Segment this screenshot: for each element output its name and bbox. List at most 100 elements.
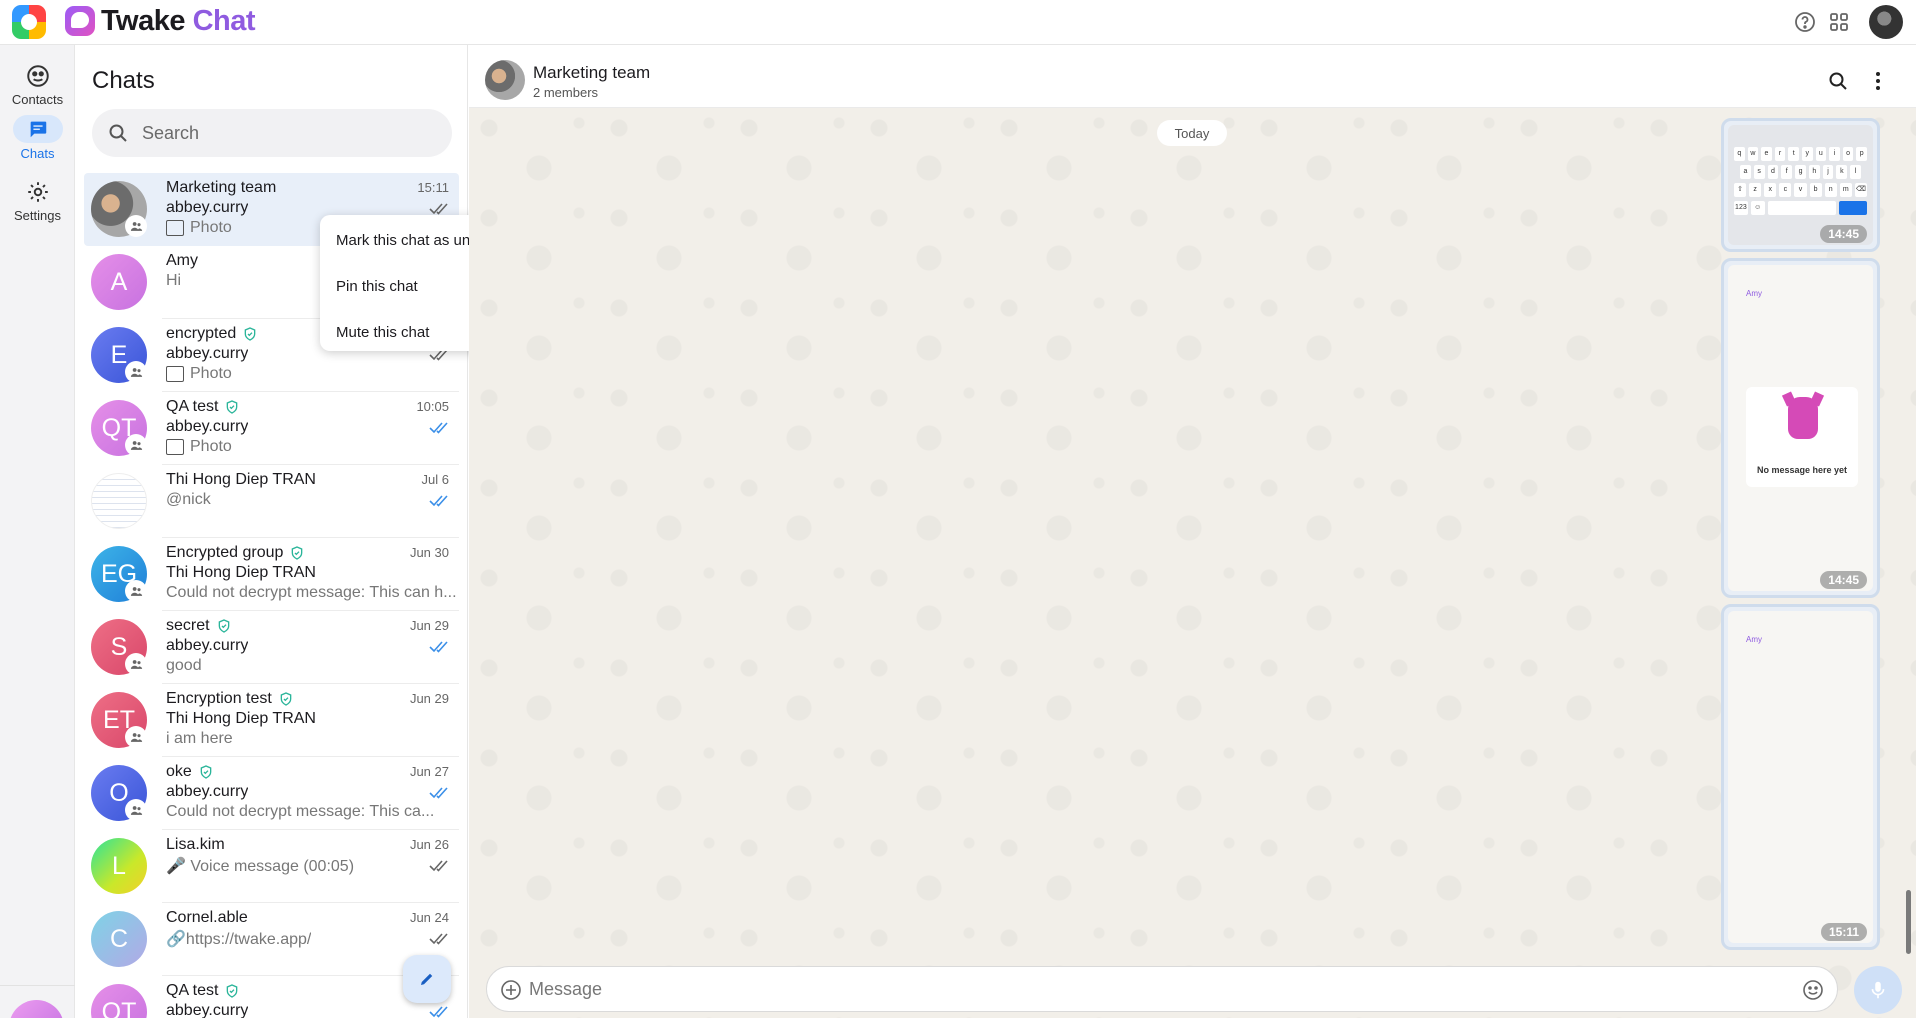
contacts-icon [26, 65, 49, 87]
chat-sender: Thi Hong Diep TRAN [166, 710, 316, 727]
double-check-icon [429, 933, 448, 945]
chat-list-item[interactable]: L Lisa.kim Jun 26 🎤 Voice message (00:05… [84, 830, 459, 903]
verified-shield-icon [280, 692, 292, 706]
group-icon [130, 367, 142, 377]
chat-list-item[interactable]: QT QA test 10:05 abbey.curry Photo [84, 392, 459, 465]
active-indicator [12, 115, 63, 143]
apps-grid-icon[interactable] [1827, 10, 1851, 34]
double-check-icon [429, 495, 448, 507]
menu-item-label: Mute this chat [336, 323, 430, 341]
group-badge [125, 580, 147, 602]
double-check-icon [429, 860, 448, 872]
help-icon[interactable] [1793, 10, 1817, 34]
rail-item-chats[interactable]: Chats [0, 115, 75, 171]
inner-contact-name: Amy [1746, 635, 1762, 644]
chat-avatar: QT [91, 984, 147, 1018]
group-icon [130, 805, 142, 815]
chat-preview: i am here [166, 730, 233, 747]
rail-item-settings[interactable]: Settings [0, 179, 75, 235]
chat-time: Jul 6 [421, 472, 449, 487]
message-composer [486, 966, 1838, 1012]
gear-icon [27, 182, 48, 202]
chat-list-item[interactable]: S secret Jun 29 abbey.curry good [84, 611, 459, 684]
keyboard-row: ⇧ z x c v b n m ⌫ [1734, 183, 1867, 197]
chat-list-item[interactable]: O oke Jun 27 abbey.curry Could not decry… [84, 757, 459, 830]
chat-list-item[interactable]: EG Encrypted group Jun 30 Thi Hong Diep … [84, 538, 459, 611]
search-input[interactable] [142, 109, 432, 157]
group-badge [125, 434, 147, 456]
group-badge [125, 726, 147, 748]
chat-preview: 🎤 Voice message (00:05) [166, 858, 355, 875]
chat-preview: Hi [166, 272, 182, 289]
chat-name: secret [166, 617, 232, 635]
image-message[interactable]: Amy 15:11 [1721, 604, 1880, 950]
verified-shield-icon [244, 327, 256, 341]
brand-part-2: Chat [192, 5, 256, 37]
image-message[interactable]: Amy No message here yet 14:45 [1721, 258, 1880, 598]
chat-sender: abbey.curry [166, 418, 249, 435]
microphone-icon [1871, 981, 1885, 999]
conversation-avatar[interactable] [485, 60, 525, 100]
chat-list-title: Chats [92, 67, 155, 94]
voice-record-button[interactable] [1854, 966, 1902, 1014]
user-avatar[interactable] [1869, 5, 1903, 39]
group-badge [125, 653, 147, 675]
chat-name: Encrypted group [166, 544, 305, 562]
keyboard-row: asdfghjkl [1740, 165, 1862, 179]
message-image: Amy [1728, 611, 1873, 943]
message-time: 15:11 [1820, 923, 1867, 941]
verified-shield-icon [292, 546, 303, 560]
chat-list-item[interactable]: Thi Hong Diep TRAN Jul 6 @nick [84, 465, 459, 538]
chat-preview: Could not decrypt message: This ca... [166, 803, 435, 820]
chat-sender: Thi Hong Diep TRAN [166, 564, 316, 581]
group-icon [130, 732, 142, 742]
group-icon [130, 440, 142, 450]
chat-time: Jun 24 [409, 910, 449, 925]
new-chat-button[interactable] [403, 955, 451, 1003]
chat-name: Amy [166, 252, 198, 269]
rail-item-label: Settings [14, 208, 61, 223]
rail-item-label: Chats [20, 146, 55, 161]
message-image: Amy No message here yet [1728, 265, 1873, 591]
account-avatar[interactable]: A [9, 1000, 64, 1018]
rail-item-contacts[interactable]: Contacts [0, 63, 75, 119]
app-launcher-logo[interactable] [12, 5, 46, 39]
message-time: 14:45 [1820, 571, 1867, 589]
group-badge [125, 361, 147, 383]
chat-name: Lisa.kim [166, 836, 225, 853]
chat-list-panel: Chats Marketing team 15:11 abbey.curry P… [75, 45, 468, 1018]
photo-icon [166, 439, 184, 455]
inner-empty-text: No message here yet [1756, 465, 1848, 475]
verified-shield-icon [227, 400, 238, 414]
chat-name: QA test [166, 982, 240, 1000]
add-attachment-icon[interactable] [499, 978, 523, 1002]
keyboard-row: 123 ☺ [1734, 201, 1868, 215]
chat-sender: abbey.curry [166, 1002, 249, 1018]
chat-bubble-icon [30, 121, 46, 138]
double-check-icon [429, 787, 448, 799]
search-bar[interactable] [92, 109, 452, 157]
chat-name: Marketing team [166, 179, 277, 196]
chat-list-item[interactable]: ET Encryption test Jun 29 Thi Hong Diep … [84, 684, 459, 757]
conversation-members: 2 members [533, 85, 599, 100]
inner-contact-name: Amy [1746, 289, 1762, 298]
chat-avatar [91, 473, 147, 529]
message-input[interactable] [529, 967, 1769, 1011]
group-icon [130, 586, 142, 596]
emoji-icon[interactable] [1801, 978, 1825, 1002]
conversation-title[interactable]: Marketing team [533, 63, 650, 83]
more-vertical-icon[interactable] [1866, 69, 1890, 93]
image-message[interactable]: qwertyuiop asdfghjkl ⇧ z x c v b n m ⌫ 123 ☺ 14:4… [1721, 118, 1880, 252]
conversation-scrollbar[interactable] [1906, 890, 1911, 954]
chat-sender: abbey.curry [166, 345, 249, 362]
photo-icon [166, 366, 184, 382]
search-icon[interactable] [1826, 69, 1850, 93]
chat-sender: abbey.curry [166, 783, 249, 800]
double-check-icon [429, 1006, 448, 1018]
chat-time: 15:11 [417, 180, 449, 195]
chat-time: 10:05 [416, 399, 449, 414]
chat-avatar: A [91, 254, 147, 310]
menu-item-label: Pin this chat [336, 277, 418, 295]
double-check-icon [429, 203, 448, 215]
chat-preview: good [166, 657, 202, 674]
